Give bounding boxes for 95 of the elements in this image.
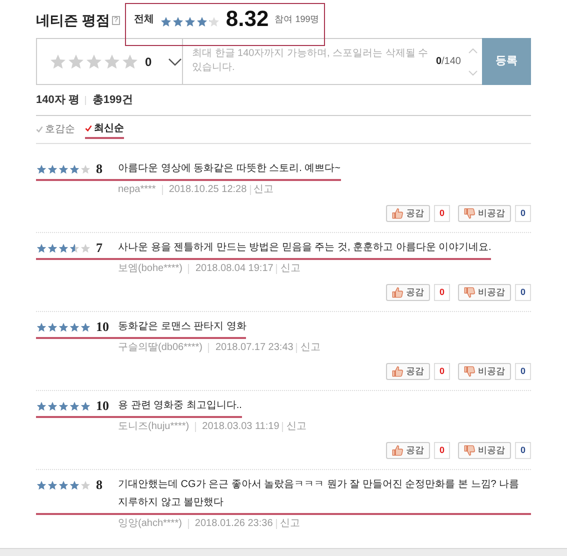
- star-icon: [58, 480, 69, 490]
- like-count: 0: [434, 442, 450, 459]
- dislike-button[interactable]: 비공감: [458, 205, 511, 222]
- like-button[interactable]: 공감: [386, 284, 430, 301]
- star-icon: [47, 164, 58, 174]
- star-icon: [67, 52, 85, 70]
- review-date: 2018.01.26 23:36: [194, 517, 273, 531]
- review-date: 2018.07.17 23:43: [215, 341, 294, 355]
- star-icon: [58, 400, 69, 412]
- star-icon: [172, 16, 184, 28]
- review-score: 10: [96, 318, 109, 336]
- like-count: 0: [434, 284, 450, 301]
- review-author: nepa****: [118, 183, 156, 197]
- star-icon: [47, 242, 58, 254]
- star-icon: [49, 52, 67, 70]
- thumb-up-icon: [392, 366, 403, 377]
- review-text: 기대안했는데 CG가 은근 좋아서 놀랐음ㅋㅋㅋ 뭔가 잘 만들어진 순정만화를 본 느낌? 나름 지루하지 않고 볼만했다: [118, 478, 520, 510]
- thumb-down-icon: [464, 366, 475, 377]
- star-icon: [69, 164, 80, 174]
- check-icon: [36, 126, 43, 133]
- dislike-count: 0: [515, 363, 531, 380]
- star-icon: [160, 16, 172, 28]
- summary-title: 140자 평: [36, 92, 80, 108]
- overall-label: 전체: [134, 12, 154, 26]
- overall-score: 8.32: [226, 6, 269, 30]
- star-icon: [208, 16, 220, 28]
- dislike-button[interactable]: 비공감: [458, 363, 511, 380]
- star-icon: [196, 16, 208, 28]
- review-text: 아름다운 영상에 동화같은 따뜻한 스토리. 예쁘다~: [118, 162, 341, 176]
- review-date: 2018.03.03 11:19: [202, 420, 280, 434]
- sort-tab[interactable]: 호감순: [36, 120, 75, 138]
- star-icon: [103, 52, 121, 70]
- dislike-count: 0: [515, 205, 531, 222]
- star-icon: [80, 242, 91, 254]
- star-icon: [36, 480, 47, 490]
- review-text: 동화같은 로맨스 판타지 영화: [118, 320, 246, 334]
- check-icon: [85, 125, 92, 132]
- star-icon: [58, 242, 69, 254]
- like-count: 0: [434, 205, 450, 222]
- dislike-count: 0: [515, 284, 531, 301]
- review-score: 7: [96, 239, 102, 258]
- thumb-up-icon: [392, 287, 403, 298]
- star-icon: [184, 16, 196, 28]
- star-icon: [69, 480, 80, 490]
- star-icon: [47, 400, 58, 412]
- star-icon: [80, 480, 91, 490]
- review-author: 도니즈(huju****): [118, 420, 190, 434]
- review-date: 2018.08.04 19:17: [195, 262, 274, 276]
- review-author: 구슬의딸(db06****): [118, 341, 202, 355]
- star-icon: [121, 52, 139, 70]
- thumb-down-icon: [464, 445, 475, 456]
- star-icon: [69, 322, 80, 332]
- dislike-button[interactable]: 비공감: [458, 284, 511, 301]
- sort-tab[interactable]: 최신순: [85, 120, 124, 138]
- dislike-button[interactable]: 비공감: [458, 442, 511, 459]
- like-button[interactable]: 공감: [386, 442, 430, 459]
- star-icon: [36, 242, 47, 254]
- review-score: 8: [96, 160, 102, 178]
- star-icon: [58, 322, 69, 332]
- star-icon: [47, 480, 58, 490]
- star-icon: [69, 400, 80, 412]
- chevron-down-icon: [168, 58, 182, 66]
- review-input-field[interactable]: 최대 한글 140자까지 가능하며, 스포일러는 삭제될 수 있습니다. 0/140: [183, 38, 482, 85]
- like-button[interactable]: 공감: [386, 363, 430, 380]
- section-title: 네티즌 평점: [36, 10, 110, 30]
- rating-value: 0: [145, 54, 152, 70]
- review-text: 사나운 용을 젠틀하게 만드는 방법은 믿음을 주는 것, 훈훈하고 아름다운 이야기네요.: [118, 241, 492, 255]
- star-icon: [69, 242, 80, 254]
- dislike-count: 0: [515, 442, 531, 459]
- review-author: 보엠(bohe****): [118, 262, 182, 276]
- star-icon: [85, 52, 103, 70]
- star-icon: [80, 400, 91, 412]
- review-score: 10: [96, 397, 109, 416]
- star-icon: [36, 400, 47, 412]
- thumb-up-icon: [392, 208, 403, 219]
- review-author: 잉앙(ahch****): [118, 517, 182, 531]
- review-text: 용 관련 영화중 최고입니다..: [118, 399, 242, 413]
- star-icon: [80, 164, 91, 174]
- star-icon: [58, 164, 69, 174]
- review-score: 8: [96, 476, 102, 494]
- thumb-up-icon: [392, 445, 403, 456]
- star-icon: [36, 164, 47, 174]
- rating-select[interactable]: 0: [36, 38, 183, 85]
- thumb-down-icon: [464, 287, 475, 298]
- character-counter: 0/140: [436, 55, 461, 69]
- participant-count: 참여 199명: [274, 12, 320, 26]
- review-date: 2018.10.25 12:28: [168, 183, 247, 197]
- total-count: 총199건: [92, 92, 133, 108]
- star-icon: [80, 322, 91, 332]
- like-count: 0: [434, 363, 450, 380]
- star-icon: [36, 322, 47, 332]
- thumb-down-icon: [464, 208, 475, 219]
- scroll-arrows-icon: [468, 46, 478, 76]
- like-button[interactable]: 공감: [386, 205, 430, 222]
- star-icon: [47, 322, 58, 332]
